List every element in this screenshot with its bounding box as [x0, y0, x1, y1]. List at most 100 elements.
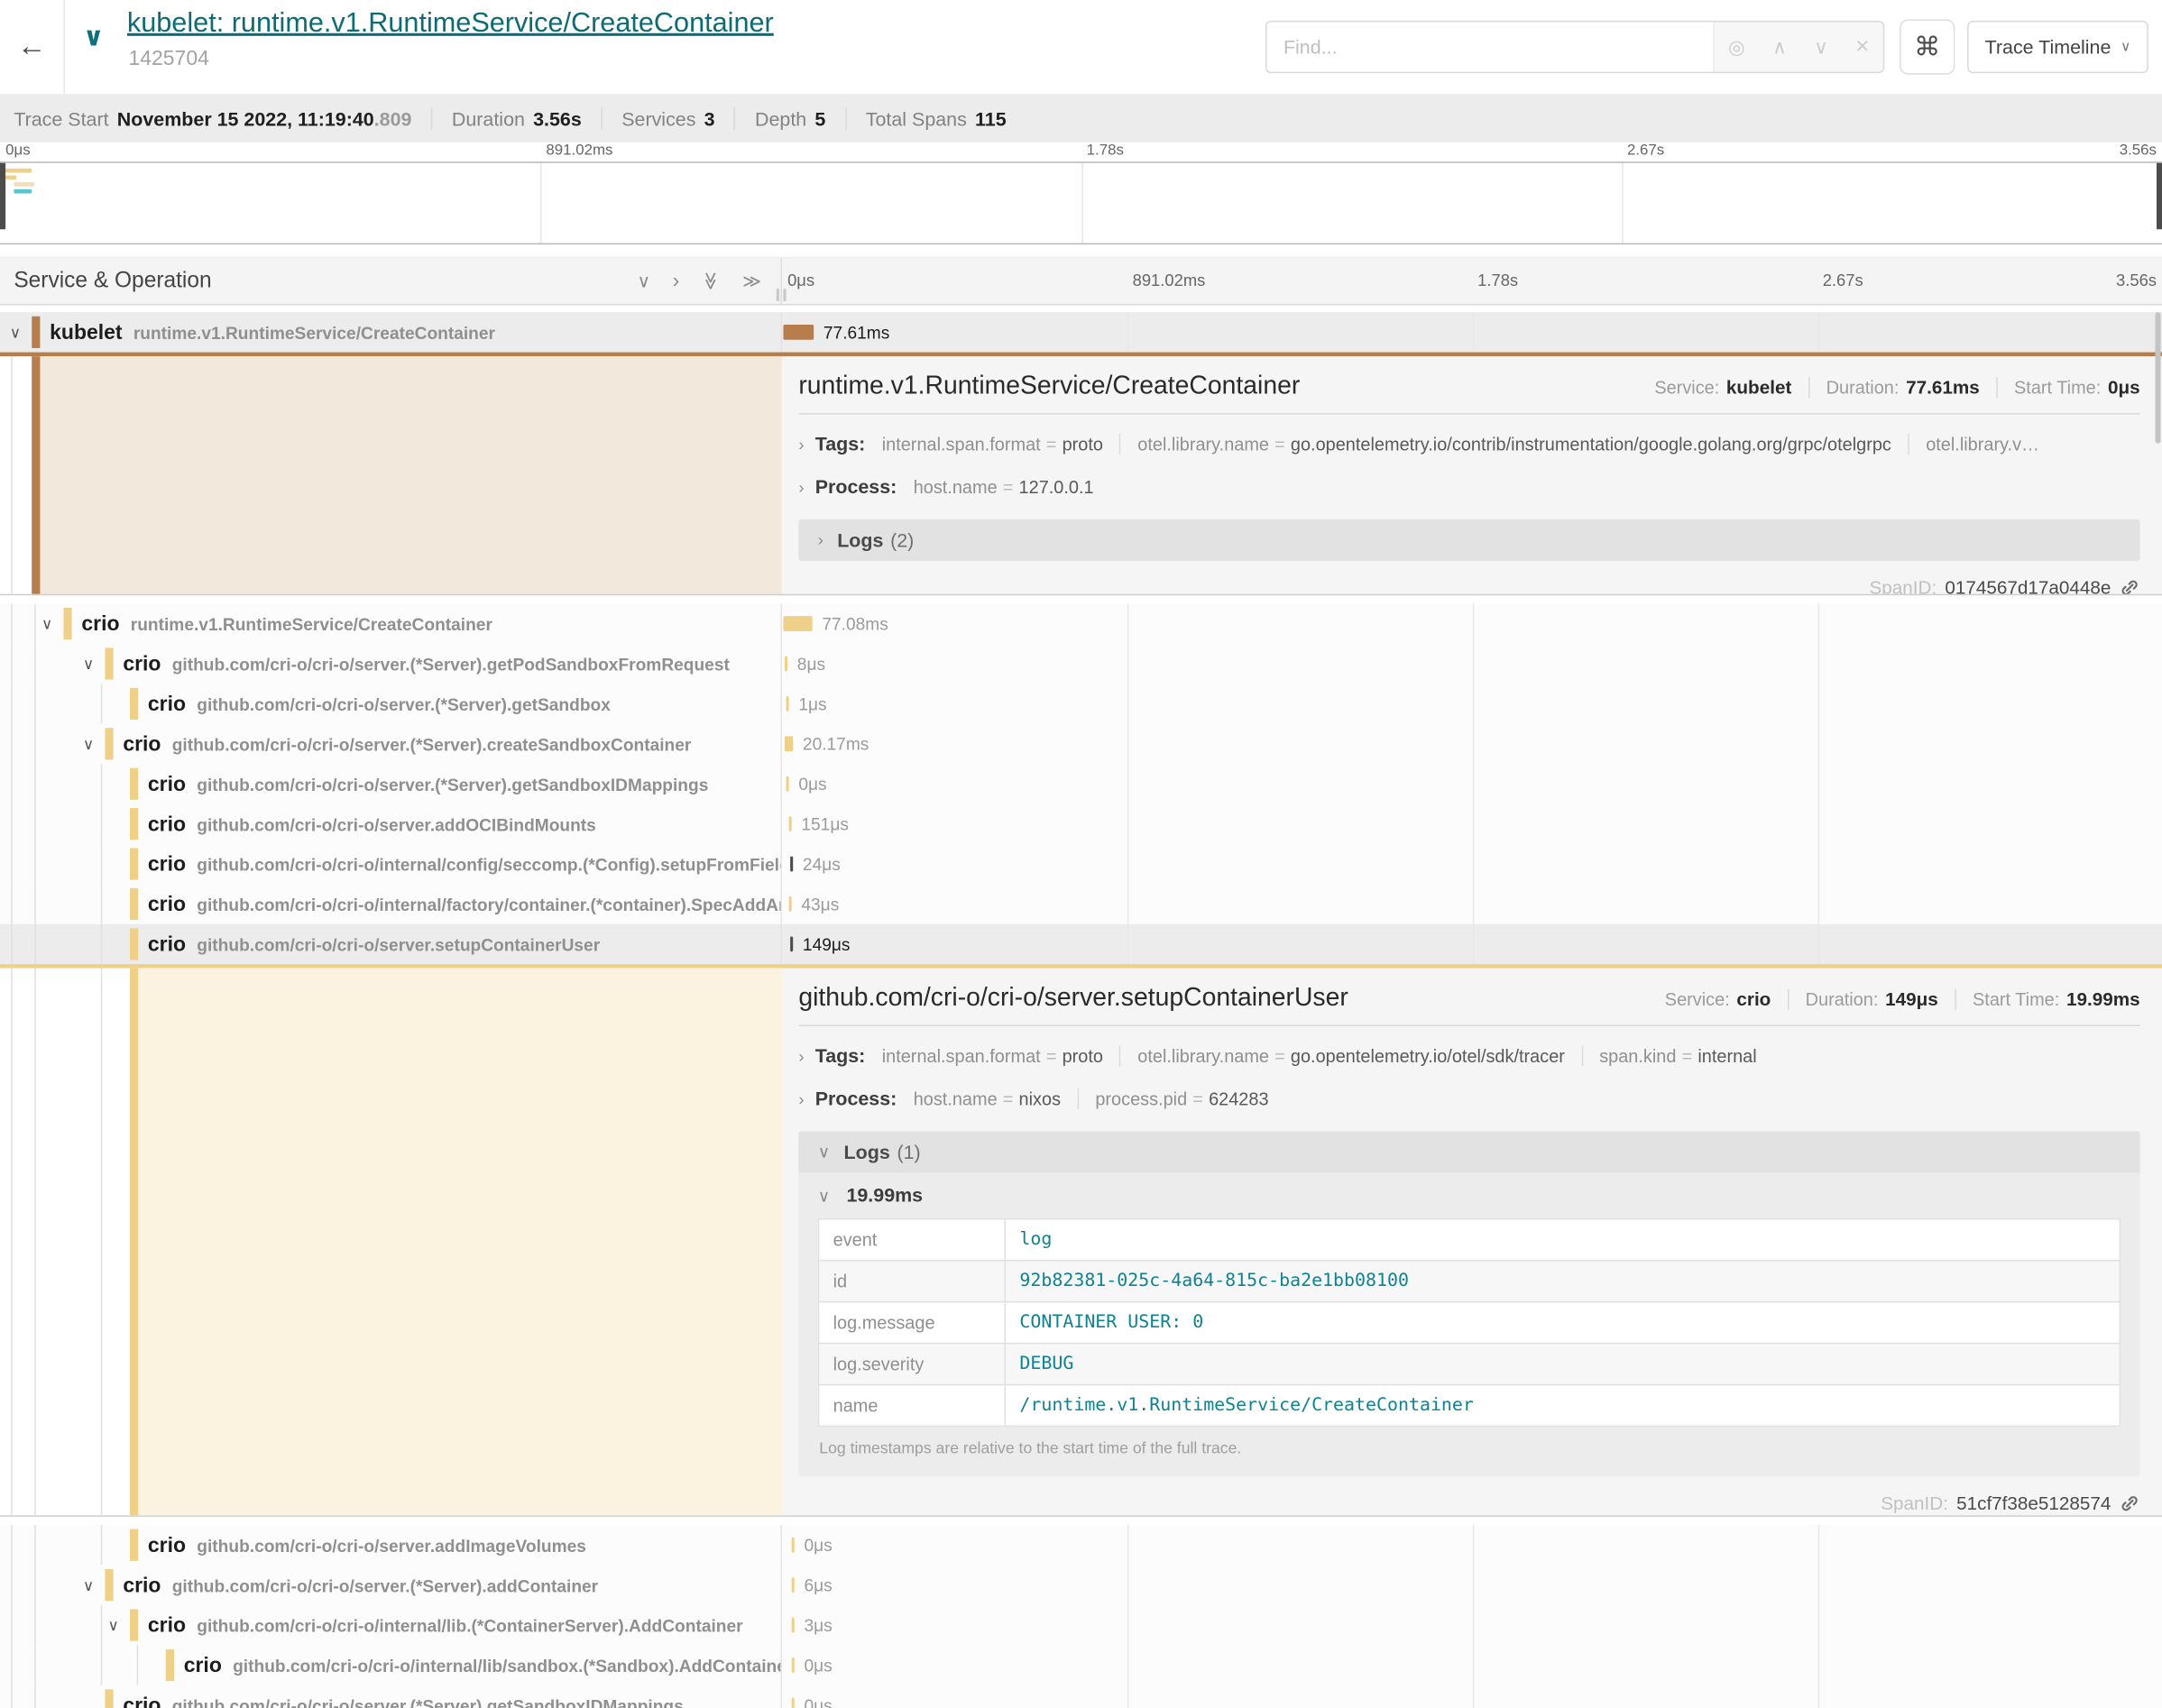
trace-title-link[interactable]: kubelet: runtime.v1.RuntimeService/Creat… [127, 8, 774, 40]
service-name: criogithub.com/cri-o/cri-o/server.(*Serv… [148, 772, 708, 795]
tag-item[interactable]: host.name=nixos [914, 1088, 1078, 1109]
log-field-value: DEBUG [1005, 1344, 2120, 1385]
span-duration: 6μs [804, 1575, 832, 1594]
expand-all-icon[interactable]: ≫ [742, 272, 761, 290]
time-tick-label: 0μs [0, 142, 31, 159]
logs-toggle[interactable]: › Logs (2) [798, 519, 2139, 561]
span-bar[interactable] [785, 736, 793, 751]
service-name: criogithub.com/cri-o/cri-o/server.(*Serv… [123, 652, 730, 675]
tag-item[interactable]: internal.span.format=proto [882, 1045, 1120, 1066]
span-row[interactable]: criogithub.com/cri-o/cri-o/server.(*Serv… [0, 684, 2162, 723]
span-row[interactable]: ∨ criogithub.com/cri-o/cri-o/server.(*Ser… [0, 644, 2162, 684]
scrollbar-thumb[interactable] [2155, 312, 2160, 444]
expand-chevron-icon[interactable]: ∨ [41, 615, 52, 633]
collapse-all-icon[interactable]: ≫ [702, 271, 720, 290]
tag-item[interactable]: otel.library.v… [1908, 434, 2056, 455]
tag-item[interactable]: host.name=127.0.0.1 [914, 476, 1110, 497]
service-name: criogithub.com/cri-o/cri-o/server.(*Serv… [123, 732, 691, 756]
log-field-value: 92b82381-025c-4a64-815c-ba2e1bb08100 [1005, 1261, 2120, 1302]
tags-row[interactable]: › Tags: internal.span.format=protootel.l… [798, 1044, 2139, 1070]
copy-link-icon[interactable] [2120, 577, 2140, 593]
logs-toggle[interactable]: ∨ Logs (1) [798, 1131, 2139, 1172]
span-row[interactable]: ∨crioruntime.v1.RuntimeService/CreateCon… [0, 603, 2162, 643]
span-bar[interactable] [783, 325, 814, 340]
find-input[interactable] [1267, 23, 1714, 72]
span-bar[interactable] [787, 776, 789, 792]
span-row[interactable]: ∨kubeletruntime.v1.RuntimeService/Create… [0, 312, 2162, 352]
span-row[interactable]: ∨ criogithub.com/cri-o/cri-o/server.(*Ser… [0, 724, 2162, 764]
expand-chevron-icon[interactable]: ∨ [10, 323, 21, 341]
span-bar[interactable] [792, 1697, 795, 1708]
tag-item[interactable]: internal.span.format=proto [882, 434, 1120, 455]
span-bar[interactable] [785, 657, 787, 672]
time-tick-label: 1.78s [1472, 271, 1518, 289]
service-color-bar [105, 1689, 113, 1708]
span-bar[interactable] [787, 696, 789, 712]
span-row[interactable]: criogithub.com/cri-o/cri-o/server.addOCI… [0, 803, 2162, 843]
command-icon: ⌘ [1914, 31, 1940, 62]
timeline-header: Service & Operation ∨ › ≫ ≫ 0μs891.02ms1… [0, 257, 2162, 306]
copy-link-icon[interactable] [2120, 1493, 2140, 1514]
log-field-key: id [819, 1261, 1006, 1302]
span-bar[interactable] [792, 1577, 795, 1593]
span-bar[interactable] [789, 816, 792, 831]
clear-find-icon[interactable]: × [1855, 33, 1869, 61]
span-row[interactable]: criogithub.com/cri-o/cri-o/server.addIma… [0, 1525, 2162, 1565]
trace-page: ← ∨ kubelet: runtime.v1.RuntimeService/C… [0, 0, 2162, 1708]
minimap-left-handle[interactable] [0, 163, 5, 230]
find-box: ◎ ∧ ∨ × [1265, 21, 1884, 73]
trace-view-selector[interactable]: Trace Timeline ∨ [1967, 21, 2148, 73]
span-row[interactable]: criogithub.com/cri-o/cri-o/server.setupC… [0, 924, 2162, 964]
process-row[interactable]: › Process: host.name=127.0.0.1 [798, 475, 2139, 500]
process-label: Process: [815, 475, 897, 498]
process-row[interactable]: › Process: host.name=nixosprocess.pid=62… [798, 1087, 2139, 1112]
span-row[interactable]: criogithub.com/cri-o/cri-o/server.(*Serv… [0, 1685, 2162, 1708]
chevron-right-icon: › [798, 435, 804, 454]
minimap-canvas[interactable] [0, 161, 2162, 244]
span-row[interactable]: criogithub.com/cri-o/cri-o/internal/fact… [0, 884, 2162, 923]
tag-item[interactable]: otel.library.name=go.opentelemetry.io/co… [1119, 434, 1908, 455]
span-row[interactable]: ∨criogithub.com/cri-o/cri-o/server.(*Ser… [0, 1565, 2162, 1604]
span-bar[interactable] [792, 1618, 795, 1633]
tag-item[interactable]: span.kind=internal [1581, 1045, 1773, 1066]
minimap-right-handle[interactable] [2157, 163, 2162, 230]
span-row[interactable]: criogithub.com/cri-o/cri-o/internal/lib/… [0, 1645, 2162, 1685]
span-row[interactable]: criogithub.com/cri-o/cri-o/server.(*Serv… [0, 764, 2162, 803]
expand-chevron-icon[interactable]: ∨ [83, 1576, 94, 1594]
collapse-one-icon[interactable]: ∨ [638, 272, 651, 290]
service-color-bar [105, 728, 113, 759]
next-result-icon[interactable]: ∨ [1814, 35, 1828, 59]
expand-one-icon[interactable]: › [673, 271, 680, 291]
span-bar[interactable] [790, 857, 793, 872]
expand-chevron-icon[interactable]: ∨ [83, 735, 94, 753]
expand-chevron-icon[interactable]: ∨ [107, 1616, 118, 1634]
log-field-row: log.severityDEBUG [819, 1344, 2121, 1385]
tag-item[interactable]: otel.library.name=go.opentelemetry.io/ot… [1119, 1045, 1581, 1066]
span-bar[interactable] [792, 1657, 795, 1673]
service-operation-title: Service & Operation [14, 269, 211, 294]
span-duration: 1μs [798, 694, 826, 713]
span-bar[interactable] [792, 1538, 795, 1553]
trace-id: 1425704 [128, 47, 208, 70]
crio-color-bar [130, 969, 138, 1516]
span-bar[interactable] [789, 896, 792, 912]
keyboard-shortcuts-button[interactable]: ⌘ [1900, 19, 1955, 74]
start-time-value: 19.99ms [2066, 989, 2140, 1010]
span-row[interactable]: criogithub.com/cri-o/cri-o/internal/conf… [0, 844, 2162, 884]
collapse-trace-header-icon[interactable]: ∨ [83, 23, 105, 54]
tag-item[interactable]: process.pid=624283 [1077, 1088, 1284, 1109]
tags-row[interactable]: › Tags: internal.span.format=protootel.l… [798, 432, 2139, 457]
span-bar[interactable] [790, 936, 793, 951]
expand-chevron-icon[interactable]: ∨ [83, 655, 94, 673]
service-color-bar [130, 848, 138, 879]
span-bar[interactable] [783, 616, 812, 631]
log-field-row: log.messageCONTAINER USER: 0 [819, 1302, 2121, 1344]
service-label: Service: [1654, 377, 1719, 398]
back-button[interactable]: ← [0, 0, 65, 94]
prev-result-icon[interactable]: ∧ [1772, 35, 1787, 59]
log-entry-toggle[interactable]: ∨ 19.99ms [818, 1184, 2121, 1207]
logs-section: ∨ Logs (1) ∨ 19.99ms eventlogid92b82381-… [798, 1131, 2139, 1476]
locate-icon[interactable]: ◎ [1728, 35, 1745, 59]
span-row[interactable]: ∨criogithub.com/cri-o/cri-o/internal/lib… [0, 1605, 2162, 1645]
spanid-value: 0174567d17a0448e [1945, 577, 2111, 593]
